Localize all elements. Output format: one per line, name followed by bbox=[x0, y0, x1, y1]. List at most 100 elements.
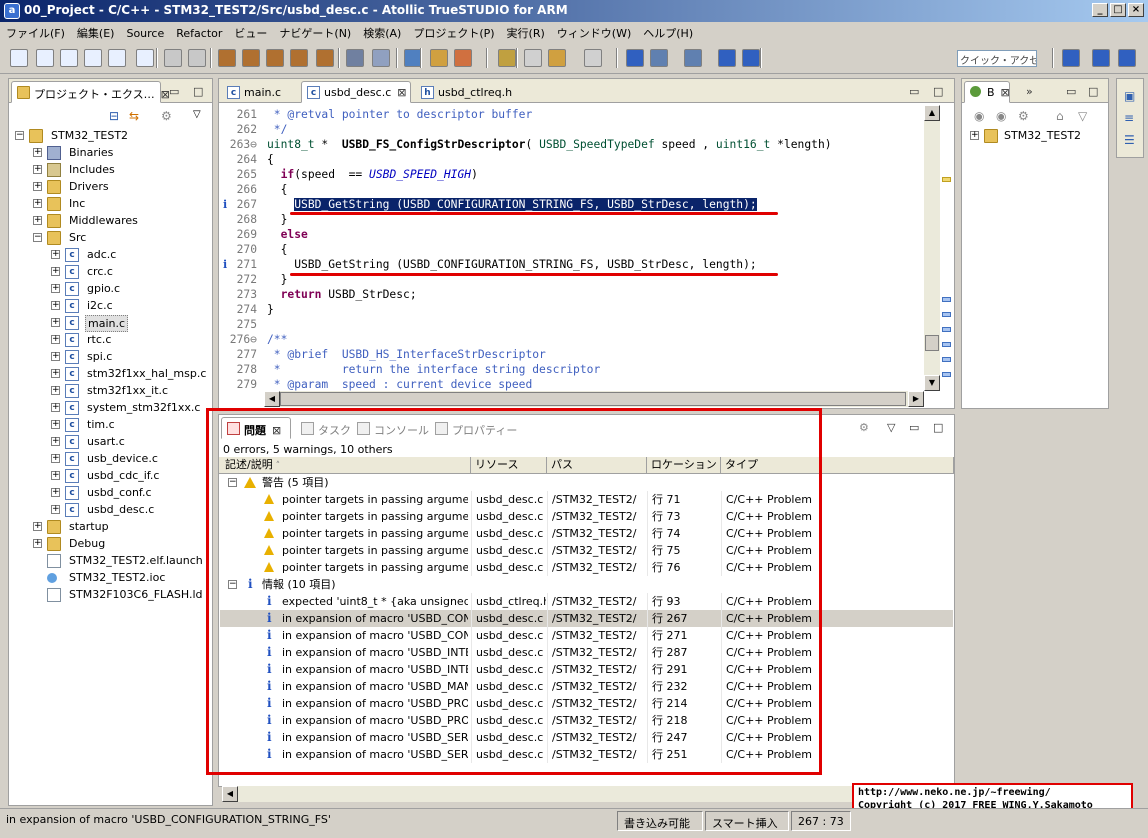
new-folder-icon[interactable] bbox=[136, 49, 154, 67]
expand-icon[interactable]: + bbox=[33, 182, 42, 191]
expand-icon[interactable]: + bbox=[51, 267, 60, 276]
c-perspective-icon[interactable] bbox=[1092, 49, 1110, 67]
save-all-icon[interactable] bbox=[188, 49, 206, 67]
code-line[interactable]: 275 bbox=[219, 317, 924, 332]
debug-perspective-icon[interactable] bbox=[1118, 49, 1136, 67]
overview-ruler[interactable] bbox=[941, 105, 953, 391]
view-menu-icon[interactable]: ▽ bbox=[193, 109, 201, 120]
maximize-editor-icon[interactable]: □ bbox=[933, 85, 943, 98]
code-line[interactable]: 264 { bbox=[219, 152, 924, 167]
new-header-icon[interactable] bbox=[36, 49, 54, 67]
expand-icon[interactable]: + bbox=[51, 505, 60, 514]
menu-item[interactable]: ビュー bbox=[228, 22, 273, 41]
editor-vertical-scrollbar[interactable]: ▲ ▼ bbox=[924, 105, 940, 391]
grid-icon[interactable] bbox=[742, 49, 760, 67]
expand-icon[interactable]: + bbox=[51, 488, 60, 497]
hide-static-icon[interactable]: ◉ bbox=[996, 109, 1006, 123]
minimize-view-icon[interactable]: ▭ bbox=[1066, 85, 1076, 98]
editor-tab[interactable]: h usbd_ctlreq.h bbox=[415, 81, 512, 103]
expand-icon[interactable]: + bbox=[33, 522, 42, 531]
code-line[interactable]: 269 else bbox=[219, 227, 924, 242]
expand-icon[interactable]: + bbox=[51, 420, 60, 429]
problems-horizontal-scrollbar[interactable]: ◀ bbox=[222, 786, 954, 802]
prev-edit-icon[interactable] bbox=[548, 49, 566, 67]
tree-item[interactable]: + Binaries bbox=[9, 144, 209, 161]
collapse-icon[interactable]: − bbox=[33, 233, 42, 242]
clean-icon[interactable] bbox=[290, 49, 308, 67]
maximize-button[interactable]: □ bbox=[1110, 3, 1126, 17]
expand-icon[interactable]: + bbox=[51, 454, 60, 463]
tree-item[interactable]: + c usbd_desc.c bbox=[9, 501, 209, 518]
expand-icon[interactable]: + bbox=[33, 148, 42, 157]
tree-item[interactable]: − Src bbox=[9, 229, 209, 246]
expand-icon[interactable]: + bbox=[51, 250, 60, 259]
expand-icon[interactable]: + bbox=[33, 216, 42, 225]
view-menu-icon[interactable]: ▽ bbox=[1078, 109, 1087, 123]
code-line[interactable]: 266 { bbox=[219, 182, 924, 197]
tree-item[interactable]: + c usbd_conf.c bbox=[9, 484, 209, 501]
menu-item[interactable]: 編集(E) bbox=[71, 22, 121, 41]
tree-item[interactable]: STM32_TEST2.ioc bbox=[9, 569, 209, 586]
hide-fields-icon[interactable]: ◉ bbox=[974, 109, 984, 123]
scroll-left-button[interactable]: ◀ bbox=[264, 391, 280, 407]
perspective-icon[interactable] bbox=[1062, 49, 1080, 67]
tree-item[interactable]: + c adc.c bbox=[9, 246, 209, 263]
window-icon[interactable] bbox=[650, 49, 668, 67]
minimize-view-icon[interactable]: ▭ bbox=[909, 421, 919, 434]
rebuild-icon[interactable] bbox=[266, 49, 284, 67]
menu-item[interactable]: プロジェクト(P) bbox=[407, 22, 500, 41]
code-line[interactable]: 263⊖ uint8_t * USBD_FS_ConfigStrDescripto… bbox=[219, 137, 924, 152]
expand-icon[interactable]: + bbox=[51, 352, 60, 361]
maximize-view-icon[interactable]: □ bbox=[1088, 85, 1098, 98]
menu-item[interactable]: Source bbox=[120, 24, 170, 40]
collapse-all-icon[interactable]: ⊟ bbox=[109, 109, 119, 123]
code-line[interactable]: 278 * return the interface string descri… bbox=[219, 362, 924, 377]
tree-item[interactable]: + Includes bbox=[9, 161, 209, 178]
new-source-icon[interactable] bbox=[60, 49, 78, 67]
tree-item[interactable]: + c spi.c bbox=[9, 348, 209, 365]
expand-icon[interactable]: + bbox=[51, 301, 60, 310]
code-line[interactable]: i 271 USBD_GetString (USBD_CONFIGURATION_… bbox=[219, 257, 924, 272]
code-line[interactable]: 262 */ bbox=[219, 122, 924, 137]
scroll-right-button[interactable]: ▶ bbox=[908, 391, 924, 407]
hide-nonpublic-icon[interactable]: ⚙ bbox=[1018, 109, 1029, 123]
expand-icon[interactable]: + bbox=[33, 539, 42, 548]
scroll-left-button[interactable]: ◀ bbox=[222, 786, 238, 802]
run-icon[interactable] bbox=[454, 49, 472, 67]
forward-icon[interactable] bbox=[584, 49, 602, 67]
minimize-button[interactable]: _ bbox=[1092, 3, 1108, 17]
layout-icon[interactable] bbox=[684, 49, 702, 67]
tree-item[interactable]: + c stm32f1xx_it.c bbox=[9, 382, 209, 399]
menu-item[interactable]: ナビゲート(N) bbox=[273, 22, 357, 41]
tree-item[interactable]: + c stm32f1xx_hal_msp.c bbox=[9, 365, 209, 382]
tree-item[interactable]: + c rtc.c bbox=[9, 331, 209, 348]
tree-item[interactable]: + startup bbox=[9, 518, 209, 535]
code-line[interactable]: 279 * @param speed : current device spee… bbox=[219, 377, 924, 391]
editor-tab[interactable]: c usbd_desc.c ⊠ bbox=[301, 81, 411, 103]
expand-icon[interactable]: + bbox=[51, 335, 60, 344]
save-icon[interactable] bbox=[164, 49, 182, 67]
info-icon[interactable] bbox=[626, 49, 644, 67]
debug-config-icon[interactable] bbox=[316, 49, 334, 67]
new-file-icon[interactable] bbox=[108, 49, 126, 67]
tree-item[interactable]: + Debug bbox=[9, 535, 209, 552]
link-editor-icon[interactable]: ⇆ bbox=[129, 109, 139, 123]
tab-project-explorer[interactable]: プロジェクト・エクス… ⊠ bbox=[11, 81, 170, 103]
bookmark-icon[interactable]: ☰ bbox=[1124, 133, 1135, 147]
tree-item[interactable]: STM32F103C6_FLASH.ld bbox=[9, 586, 209, 603]
expand-icon[interactable]: + bbox=[51, 369, 60, 378]
tree-item[interactable]: + c main.c bbox=[9, 314, 209, 332]
new-class-icon[interactable] bbox=[84, 49, 102, 67]
minimize-editor-icon[interactable]: ▭ bbox=[909, 85, 919, 98]
menu-item[interactable]: 実行(R) bbox=[501, 22, 551, 41]
tree-item[interactable]: STM32_TEST2.elf.launch bbox=[9, 552, 209, 569]
editor-tab[interactable]: c main.c bbox=[221, 81, 297, 103]
view-menu-icon[interactable]: ▽ bbox=[887, 421, 895, 434]
menu-item[interactable]: 検索(A) bbox=[357, 22, 407, 41]
debug-icon[interactable] bbox=[346, 49, 364, 67]
scroll-up-button[interactable]: ▲ bbox=[924, 105, 940, 121]
back-icon[interactable] bbox=[524, 49, 542, 67]
code-line[interactable]: i 267 USBD_GetString (USBD_CONFIGURATION_… bbox=[219, 197, 924, 212]
search-icon[interactable] bbox=[498, 49, 516, 67]
maximize-view-icon[interactable]: □ bbox=[193, 85, 203, 98]
